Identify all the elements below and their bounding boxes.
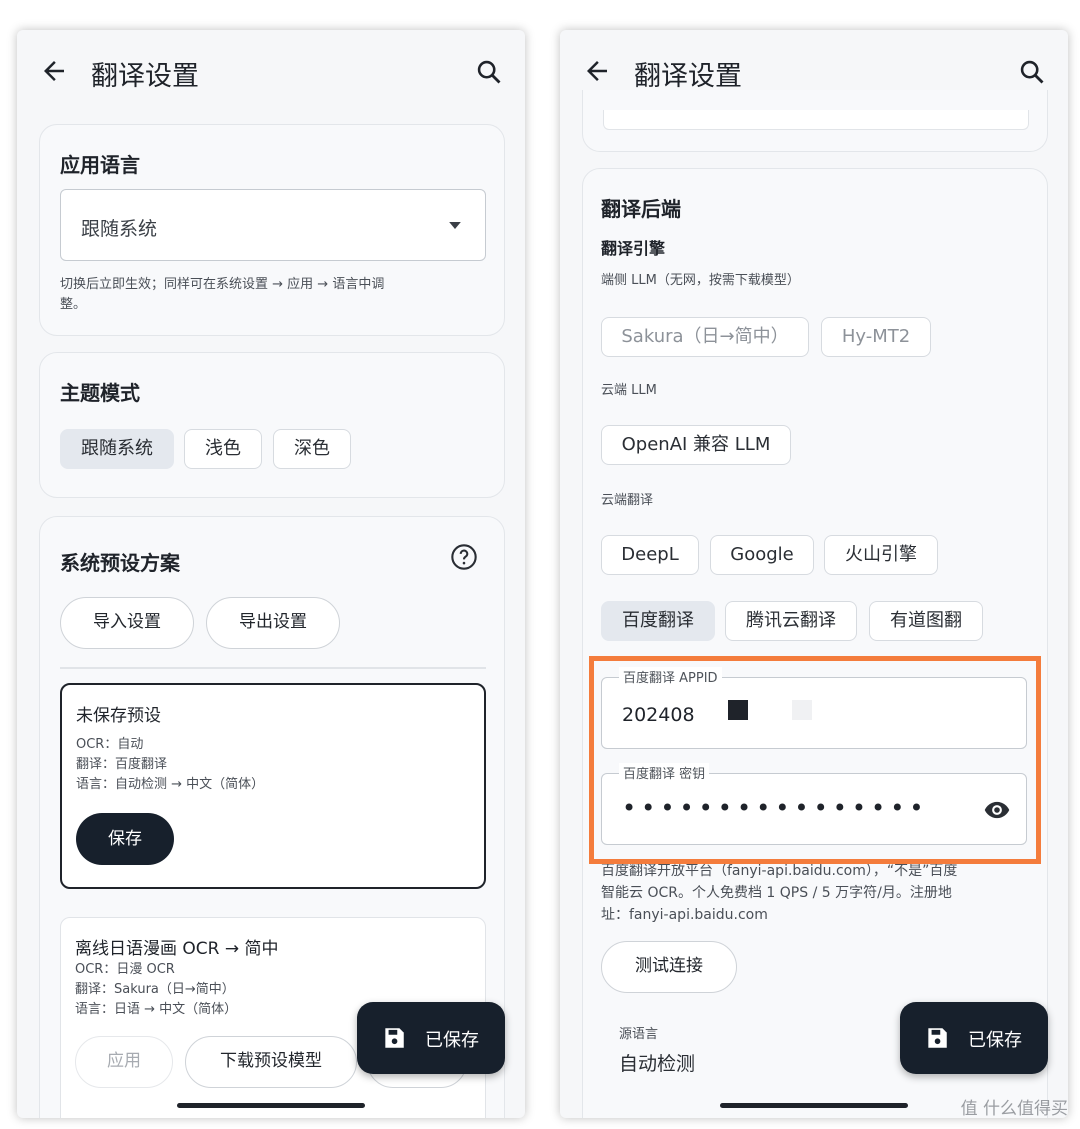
unsaved-preset-item[interactable]: 未保存预设 OCR：自动 翻译：百度翻译 语言：自动检测 → 中文（简体） 保存 bbox=[60, 683, 486, 889]
engine-google[interactable]: Google bbox=[710, 535, 814, 575]
language-selected-value: 跟随系统 bbox=[81, 218, 158, 240]
app-bar: 翻译设置 bbox=[17, 30, 525, 114]
home-indicator bbox=[720, 1103, 908, 1108]
unsaved-preset-title: 未保存预设 bbox=[76, 706, 161, 726]
engine-youdao[interactable]: 有道图翻 bbox=[869, 601, 983, 641]
cloud-llm-caption: 云端 LLM bbox=[601, 383, 657, 398]
watermark: 值 什么值得买 bbox=[960, 1099, 1068, 1119]
save-preset-button[interactable]: 保存 bbox=[76, 813, 174, 865]
offline-preset-title: 离线日语漫画 OCR → 简中 bbox=[75, 939, 279, 959]
search-icon[interactable] bbox=[475, 58, 503, 86]
app-language-heading: 应用语言 bbox=[60, 153, 140, 177]
back-arrow-icon[interactable] bbox=[582, 56, 612, 86]
offline-preset-ocr: OCR：日漫 OCR bbox=[75, 962, 175, 977]
highlight-box bbox=[589, 656, 1041, 864]
source-language-label: 源语言 bbox=[619, 1027, 659, 1042]
save-floppy-icon bbox=[928, 1028, 947, 1048]
test-connection-button[interactable]: 测试连接 bbox=[601, 941, 737, 993]
language-dropdown[interactable]: 跟随系统 bbox=[60, 189, 486, 261]
theme-option-system[interactable]: 跟随系统 bbox=[60, 429, 174, 469]
unsaved-preset-translate: 翻译：百度翻译 bbox=[76, 757, 168, 772]
source-language-value[interactable]: 自动检测 bbox=[619, 1049, 695, 1076]
save-floppy-icon bbox=[385, 1028, 404, 1048]
export-settings-button[interactable]: 导出设置 bbox=[206, 597, 340, 649]
offline-preset-translate: 翻译：Sakura（日→简中） bbox=[75, 982, 235, 997]
engine-volcano[interactable]: 火山引擎 bbox=[824, 535, 938, 575]
engine-hy-mt2[interactable]: Hy-MT2 bbox=[821, 317, 931, 357]
language-hint-line1: 切换后立即生效；同样可在系统设置 → 应用 → 语言中调 bbox=[60, 277, 385, 292]
translation-backend-card: 翻译后端 翻译引擎 端侧 LLM（无网，按需下载模型） Sakura（日→简中）… bbox=[582, 168, 1048, 1118]
search-icon[interactable] bbox=[1018, 58, 1046, 86]
import-settings-button[interactable]: 导入设置 bbox=[60, 597, 194, 649]
dropdown-arrow-icon bbox=[449, 222, 461, 229]
home-indicator bbox=[177, 1103, 365, 1108]
unsaved-preset-language: 语言：自动检测 → 中文（简体） bbox=[76, 777, 265, 792]
app-language-card: 应用语言 跟随系统 切换后立即生效；同样可在系统设置 → 应用 → 语言中调 整… bbox=[39, 124, 505, 336]
presets-heading: 系统预设方案 bbox=[60, 551, 180, 575]
baidu-note-line3: 址：fanyi-api.baidu.com bbox=[601, 907, 768, 923]
engine-heading: 翻译引擎 bbox=[601, 239, 666, 258]
page-title: 翻译设置 bbox=[634, 61, 742, 92]
baidu-note-line2: 智能云 OCR。个人免费档 1 QPS / 5 万字符/月。注册地 bbox=[601, 885, 952, 901]
baidu-note-line1: 百度翻译开放平台（fanyi-api.baidu.com），“不是”百度 bbox=[601, 863, 958, 879]
page-title: 翻译设置 bbox=[91, 61, 199, 92]
help-icon[interactable] bbox=[450, 543, 478, 571]
saved-fab-button[interactable]: 已保存 bbox=[357, 1002, 505, 1074]
saved-fab-button[interactable]: 已保存 bbox=[900, 1002, 1048, 1074]
theme-option-light[interactable]: 浅色 bbox=[184, 429, 262, 469]
saved-fab-label: 已保存 bbox=[425, 1030, 479, 1051]
theme-mode-heading: 主题模式 bbox=[60, 381, 140, 405]
engine-deepl[interactable]: DeepL bbox=[601, 535, 699, 575]
cloud-mt-caption: 云端翻译 bbox=[601, 493, 654, 508]
engine-tencent[interactable]: 腾讯云翻译 bbox=[725, 601, 857, 641]
theme-option-dark[interactable]: 深色 bbox=[273, 429, 351, 469]
engine-baidu[interactable]: 百度翻译 bbox=[601, 601, 715, 641]
backend-heading: 翻译后端 bbox=[601, 197, 681, 221]
engine-openai-compatible[interactable]: OpenAI 兼容 LLM bbox=[601, 425, 791, 465]
engine-sakura[interactable]: Sakura（日→简中） bbox=[601, 317, 809, 357]
saved-fab-label: 已保存 bbox=[968, 1030, 1022, 1051]
ondevice-llm-caption: 端侧 LLM（无网，按需下载模型） bbox=[601, 273, 800, 288]
theme-mode-card: 主题模式 跟随系统 浅色 深色 bbox=[39, 352, 505, 498]
offline-preset-language: 语言：日语 → 中文（简体） bbox=[75, 1002, 238, 1017]
download-preset-model-button[interactable]: 下载预设模型 bbox=[185, 1036, 357, 1088]
left-phone-screen: 翻译设置 应用语言 跟随系统 切换后立即生效；同样可在系统设置 → 应用 → 语… bbox=[17, 30, 525, 1118]
divider bbox=[60, 667, 486, 669]
unsaved-preset-ocr: OCR：自动 bbox=[76, 737, 144, 752]
language-hint-line2: 整。 bbox=[60, 297, 87, 312]
right-phone-screen: 翻译设置 翻译后端 翻译引擎 端侧 LLM（无网，按需下载模型） Sakura（… bbox=[560, 30, 1068, 1118]
back-arrow-icon[interactable] bbox=[39, 56, 69, 86]
previous-field-remnant bbox=[603, 110, 1029, 130]
apply-preset-button[interactable]: 应用 bbox=[75, 1036, 173, 1088]
previous-card-remnant bbox=[582, 90, 1048, 152]
